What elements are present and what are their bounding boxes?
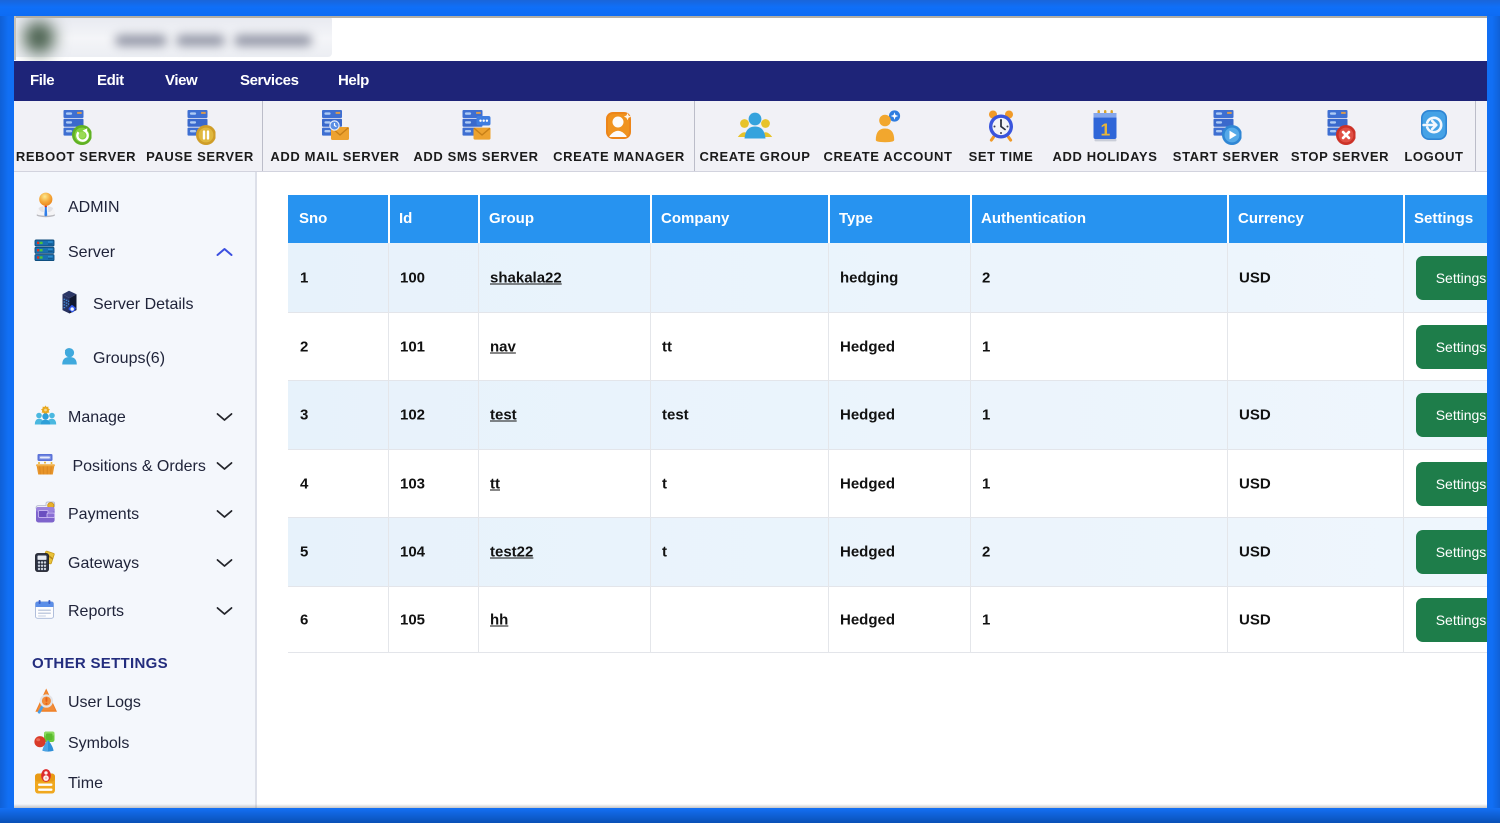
svg-text:1: 1	[1101, 120, 1111, 140]
